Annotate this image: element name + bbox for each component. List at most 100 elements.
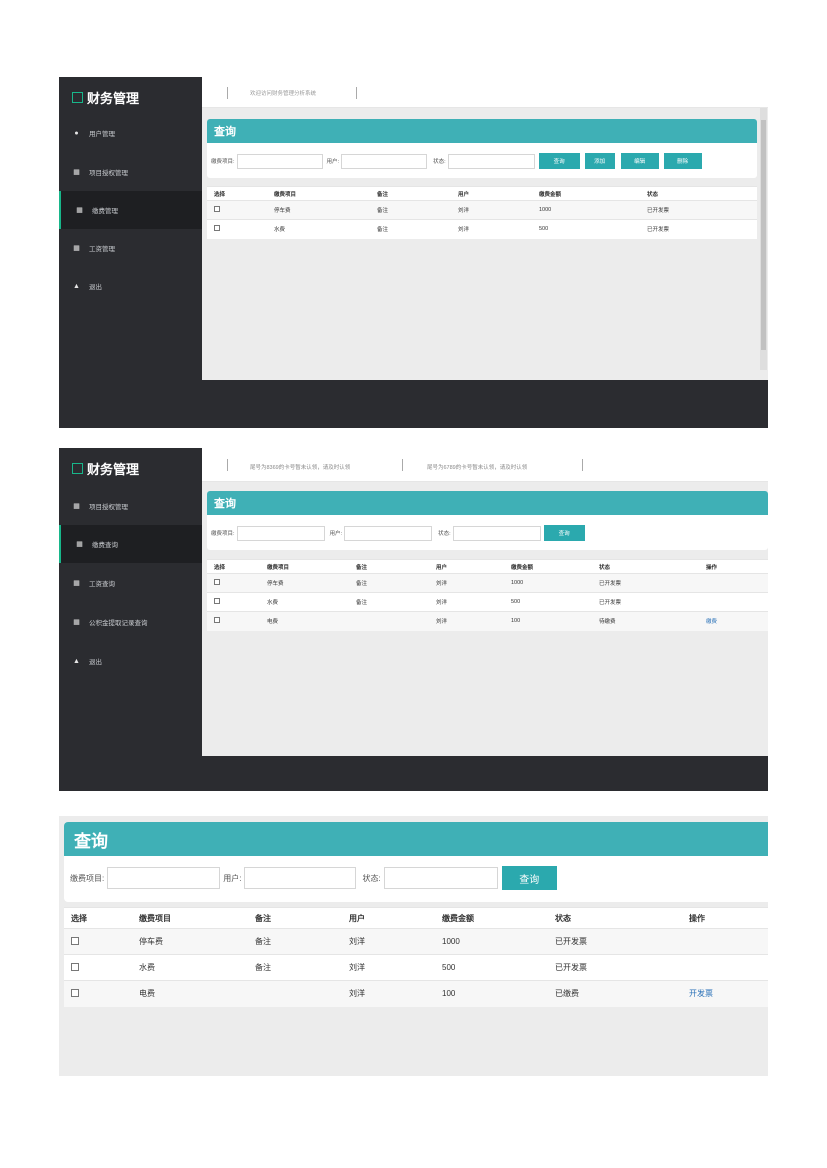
select-cell — [207, 200, 267, 220]
status-input[interactable] — [383, 867, 498, 889]
item-input[interactable] — [107, 867, 221, 889]
scrollbar-thumb[interactable] — [761, 120, 766, 350]
edit-button[interactable]: 编辑 — [620, 153, 659, 169]
table-row[interactable]: 水费 备注 刘洋 500 已开发票 — [64, 954, 768, 981]
col-header: 缴费项目 — [267, 186, 370, 201]
database-icon: ▦ — [73, 619, 80, 626]
amount-cell: 1000 — [435, 928, 548, 955]
status-label: 状态: — [438, 531, 451, 537]
sidebar-item-salary-management[interactable]: ▦ 工资管理 — [59, 229, 202, 267]
user-input[interactable] — [344, 525, 433, 541]
row-checkbox[interactable] — [214, 617, 220, 624]
panel-title: 查询 — [207, 491, 768, 515]
scrollbar[interactable] — [760, 108, 767, 370]
action-cell — [682, 928, 768, 955]
query-button[interactable]: 查询 — [538, 153, 580, 169]
item-input[interactable] — [236, 153, 323, 169]
status-cell: 已开发票 — [592, 573, 699, 593]
col-header: 操作 — [699, 559, 768, 574]
table-row[interactable]: 电费 刘洋 100 待缴费 缴费 — [207, 611, 768, 631]
item-cell: 水费 — [260, 592, 349, 612]
sidebar-item-label: 工资查询 — [89, 581, 115, 588]
query-button[interactable]: 查询 — [543, 525, 585, 541]
row-checkbox[interactable] — [214, 206, 220, 212]
sidebar: 财务管理 ● 用户管理 ▦ 项目授权管理 ▦ 缴费管理 ▦ 工资管理 ▲ 退出 — [59, 77, 202, 380]
invoice-link[interactable]: 开发票 — [689, 989, 713, 998]
divider — [227, 459, 228, 471]
row-checkbox[interactable] — [214, 579, 220, 585]
table-header-row: 选择 缴费项目 备注 用户 缴费金额 状态 — [207, 186, 757, 201]
sidebar-item-logout[interactable]: ▲ 退出 — [59, 642, 202, 680]
panel-title: 查询 — [207, 119, 757, 143]
add-button[interactable]: 添加 — [584, 153, 615, 169]
table-row[interactable]: 水费 备注 刘洋 500 已开发票 — [207, 592, 768, 612]
query-panel: 查询 缴费项目: 用户: 状态: 查询 添加 编辑 删除 — [207, 119, 757, 178]
sidebar-item-user-management[interactable]: ● 用户管理 — [59, 114, 202, 152]
select-cell — [207, 592, 260, 612]
status-label: 状态: — [433, 159, 446, 165]
user-cell: 刘洋 — [429, 592, 504, 612]
query-button[interactable]: 查询 — [501, 866, 557, 890]
sidebar-item-payment-management[interactable]: ▦ 缴费管理 — [59, 191, 202, 229]
query-panel: 查询 缴费项目: 用户: 状态: 查询 — [207, 491, 768, 550]
item-cell: 停车费 — [132, 928, 248, 955]
delete-button[interactable]: 删除 — [663, 153, 702, 169]
table-row[interactable]: 停车费 备注 刘洋 1000 已开发票 — [207, 573, 768, 593]
logo-square-icon — [72, 462, 83, 474]
col-header: 缴费项目 — [260, 559, 349, 574]
brand: 财务管理 — [72, 89, 139, 106]
panel-title-text: 查询 — [74, 831, 108, 851]
col-header: 用户 — [429, 559, 504, 574]
sidebar-item-label: 缴费管理 — [92, 208, 118, 215]
row-checkbox[interactable] — [214, 225, 220, 232]
table-row[interactable]: 电费 刘洋 100 已缴费 开发票 — [64, 980, 768, 1007]
database-icon: ▦ — [73, 169, 80, 176]
topbar: 欢迎访问财务管理分析系统 — [202, 77, 768, 108]
divider — [402, 459, 403, 471]
topbar: 尾号为8369的卡号暂未认领，请及时认领 尾号为6789的卡号暂未认领，请及时认… — [202, 448, 768, 482]
table-row[interactable]: 停车费 备注 刘洋 1000 已开发票 — [64, 928, 768, 955]
note-cell: 备注 — [349, 573, 429, 593]
pay-link[interactable]: 缴费 — [706, 619, 717, 625]
item-cell: 停车费 — [267, 200, 370, 220]
sidebar-item-salary-query[interactable]: ▦ 工资查询 — [59, 564, 202, 602]
database-icon: ▦ — [76, 541, 83, 548]
database-icon: ▦ — [73, 245, 80, 252]
col-header: 备注 — [248, 907, 342, 929]
query-panel: 查询 缴费项目: 用户: 状态: 查询 — [64, 822, 768, 902]
status-input[interactable] — [447, 153, 535, 169]
screenshot-admin-payment: 财务管理 ● 用户管理 ▦ 项目授权管理 ▦ 缴费管理 ▦ 工资管理 ▲ 退出 … — [59, 77, 768, 428]
sidebar-item-payment-query[interactable]: ▦ 缴费查询 — [59, 525, 202, 563]
amount-cell: 1000 — [532, 200, 640, 220]
query-form: 缴费项目: 用户: 状态: 查询 — [211, 525, 585, 541]
payment-table: 选择 缴费项目 备注 用户 缴费金额 状态 操作 停车费 备注 刘洋 1000 … — [64, 907, 768, 1007]
item-input[interactable] — [236, 525, 325, 541]
sidebar-item-project-auth[interactable]: ▦ 项目授权管理 — [59, 153, 202, 191]
user-input[interactable] — [244, 867, 357, 889]
row-checkbox[interactable] — [214, 598, 220, 604]
col-header: 缴费项目 — [132, 907, 248, 929]
divider — [582, 459, 583, 471]
table-header-row: 选择 缴费项目 备注 用户 缴费金额 状态 操作 — [207, 559, 768, 574]
query-form: 缴费项目: 用户: 状态: 查询 — [70, 866, 557, 890]
table-row[interactable]: 停车费 备注 刘洋 1000 已开发票 — [207, 200, 757, 220]
status-cell: 已缴费 — [548, 980, 682, 1007]
select-cell — [207, 573, 260, 593]
sidebar-item-logout[interactable]: ▲ 退出 — [59, 267, 202, 305]
sidebar-item-project-auth[interactable]: ▦ 项目授权管理 — [59, 487, 202, 525]
sidebar-item-fund-query[interactable]: ▦ 公积金提取记录查询 — [59, 603, 202, 641]
table-row[interactable]: 水费 备注 刘洋 500 已开发票 — [207, 219, 757, 239]
action-cell: 缴费 — [699, 611, 768, 631]
row-checkbox[interactable] — [71, 962, 79, 971]
amount-cell: 500 — [435, 954, 548, 981]
status-input[interactable] — [452, 525, 541, 541]
action-cell — [682, 954, 768, 981]
select-cell — [64, 954, 132, 981]
row-checkbox[interactable] — [71, 936, 79, 945]
status-cell: 已开发票 — [640, 200, 757, 220]
user-input[interactable] — [341, 153, 428, 169]
amount-cell: 100 — [435, 980, 548, 1007]
item-cell: 停车费 — [260, 573, 349, 593]
row-checkbox[interactable] — [71, 988, 79, 997]
sidebar: 财务管理 ▦ 项目授权管理 ▦ 缴费查询 ▦ 工资查询 ▦ 公积金提取记录查询 … — [59, 448, 202, 791]
